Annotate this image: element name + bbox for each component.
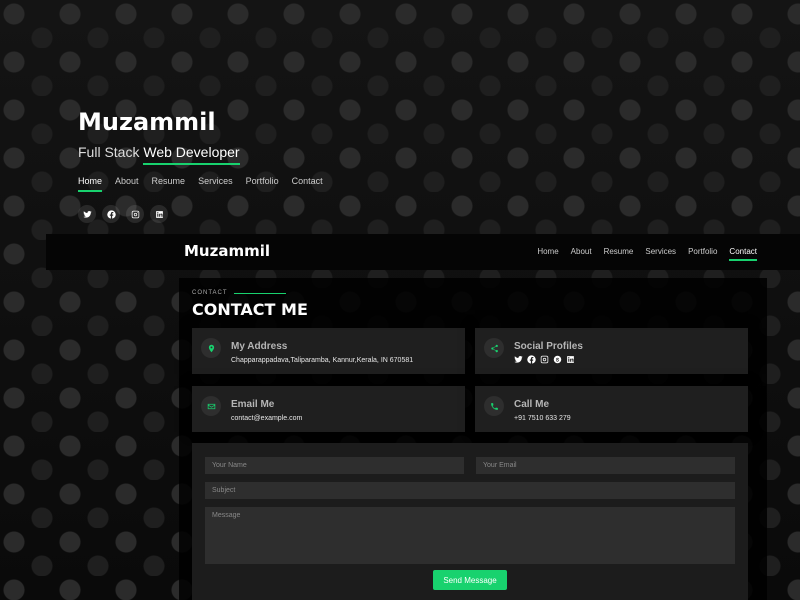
name-input[interactable]: Your Name — [205, 457, 464, 474]
header-nav-portfolio[interactable]: Portfolio — [688, 247, 717, 261]
message-textarea[interactable]: Message — [205, 507, 735, 564]
share-icon — [484, 338, 504, 358]
header-nav: Home About Resume Services Portfolio Con… — [537, 247, 757, 261]
hero-nav-contact[interactable]: Contact — [292, 176, 323, 192]
phone-title: Call Me — [514, 399, 550, 410]
social-profile-links — [514, 355, 575, 364]
email-card: Email Me contact@example.com — [192, 386, 465, 432]
contact-form: Your Name Your Email Subject Message Sen… — [192, 443, 748, 600]
header-nav-contact[interactable]: Contact — [729, 247, 757, 261]
email-input[interactable]: Your Email — [476, 457, 735, 474]
section-label-text: CONTACT — [192, 290, 228, 296]
header-nav-resume[interactable]: Resume — [604, 247, 634, 261]
facebook-icon[interactable] — [102, 205, 120, 223]
facebook-icon[interactable] — [527, 355, 536, 364]
linkedin-icon[interactable] — [150, 205, 168, 223]
header-nav-home[interactable]: Home — [537, 247, 558, 261]
hero-nav-services[interactable]: Services — [198, 176, 233, 192]
hero-section: Muzammil Full Stack Web Developer Home A… — [0, 0, 800, 234]
subject-input[interactable]: Subject — [205, 482, 735, 499]
twitter-icon[interactable] — [78, 205, 96, 223]
hero-subtitle-highlight: Web Developer — [143, 144, 240, 165]
email-value[interactable]: contact@example.com — [231, 415, 302, 422]
envelope-icon — [201, 396, 221, 416]
contact-section: CONTACT CONTACT ME My Address Chapparapp… — [179, 278, 767, 600]
hero-social-links — [78, 205, 168, 223]
hero-nav-about[interactable]: About — [115, 176, 139, 192]
phone-card: Call Me +91 7510 633 279 — [475, 386, 748, 432]
twitter-icon[interactable] — [514, 355, 523, 364]
main-section: Muzammil Home About Resume Services Port… — [46, 234, 800, 600]
header-nav-about[interactable]: About — [571, 247, 592, 261]
hero-nav-portfolio[interactable]: Portfolio — [246, 176, 279, 192]
address-value: Chapparappadava,Taliparamba, Kannur,Kera… — [231, 357, 414, 364]
address-card: My Address Chapparappadava,Taliparamba, … — [192, 328, 465, 374]
hero-nav-resume[interactable]: Resume — [152, 176, 186, 192]
hero-subtitle-prefix: Full Stack — [78, 144, 144, 160]
section-label-divider — [233, 292, 286, 294]
phone-value[interactable]: +91 7510 633 279 — [514, 415, 571, 422]
address-title: My Address — [231, 341, 288, 352]
send-message-button[interactable]: Send Message — [433, 570, 507, 590]
email-title: Email Me — [231, 399, 275, 410]
social-title: Social Profiles — [514, 341, 583, 352]
social-card: Social Profiles — [475, 328, 748, 374]
phone-icon — [484, 396, 504, 416]
header-nav-services[interactable]: Services — [645, 247, 676, 261]
instagram-icon[interactable] — [126, 205, 144, 223]
section-label: CONTACT — [192, 290, 286, 296]
hero-nav: Home About Resume Services Portfolio Con… — [78, 176, 323, 192]
map-pin-icon — [201, 338, 221, 358]
hero-name: Muzammil — [78, 108, 216, 136]
hero-nav-home[interactable]: Home — [78, 176, 103, 192]
brand-logo[interactable]: Muzammil — [184, 242, 270, 260]
instagram-icon[interactable] — [540, 355, 549, 364]
section-title: CONTACT ME — [192, 300, 308, 319]
header-bar: Muzammil Home About Resume Services Port… — [46, 234, 800, 270]
hero-subtitle: Full Stack Web Developer — [78, 144, 240, 165]
skype-icon[interactable] — [553, 355, 562, 364]
linkedin-icon[interactable] — [566, 355, 575, 364]
